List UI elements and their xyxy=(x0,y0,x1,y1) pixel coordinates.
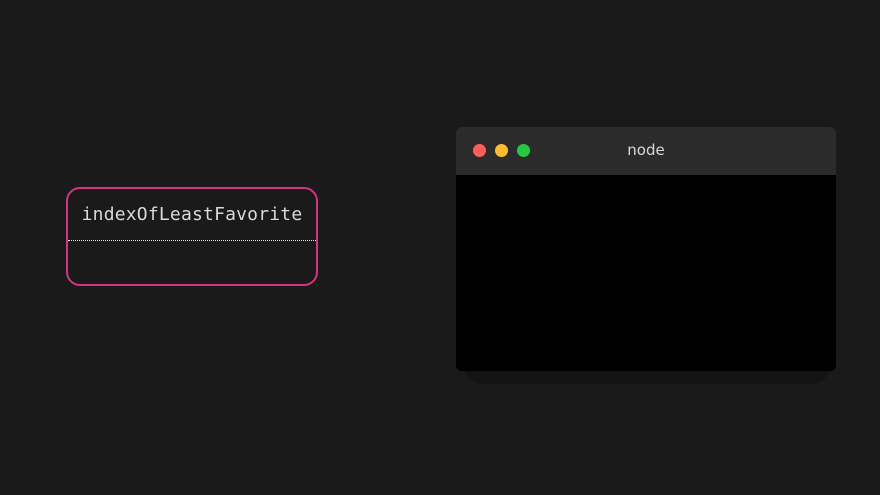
terminal-title: node xyxy=(627,141,665,159)
terminal-window: node xyxy=(456,127,836,371)
diagram-canvas: indexOfLeastFavorite node xyxy=(0,0,880,495)
variable-divider xyxy=(68,240,316,241)
variable-box: indexOfLeastFavorite xyxy=(66,187,318,286)
terminal-output[interactable] xyxy=(456,175,836,371)
terminal-titlebar: node xyxy=(456,127,836,175)
variable-name: indexOfLeastFavorite xyxy=(81,204,303,225)
